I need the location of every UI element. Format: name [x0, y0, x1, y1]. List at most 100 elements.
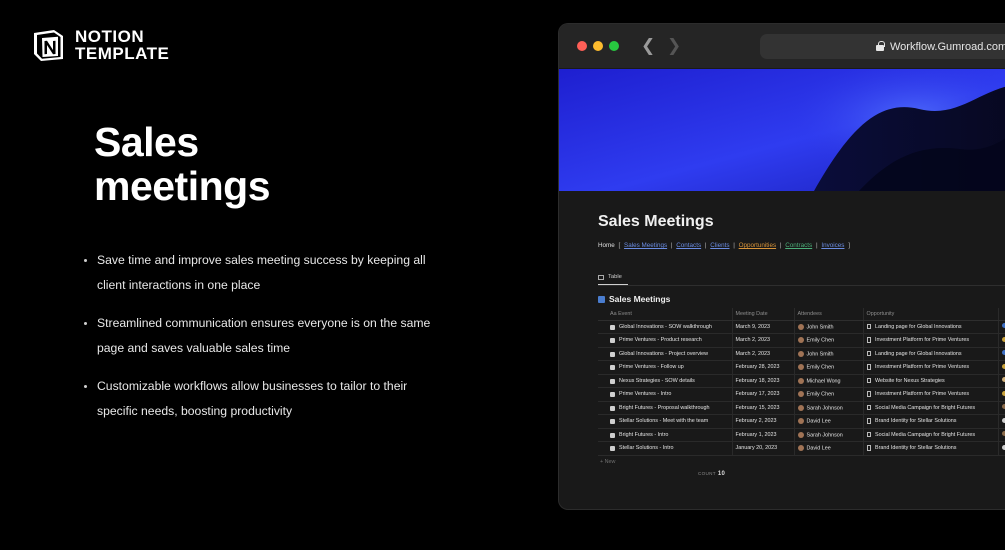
cell-attendee[interactable]: Emily Chen: [794, 387, 864, 402]
column-header-extra[interactable]: [998, 308, 1005, 321]
cell-event[interactable]: Stellar Solutions - Intro: [598, 441, 733, 456]
cell-extra[interactable]: [998, 360, 1005, 375]
count-value: 10: [717, 470, 726, 477]
cell-date[interactable]: March 2, 2023: [732, 333, 795, 348]
avatar: [797, 431, 804, 438]
minimize-window-button[interactable]: [593, 41, 603, 51]
breadcrumb-link-sales-meetings[interactable]: Sales Meetings: [624, 242, 667, 249]
breadcrumb-link-contacts[interactable]: Contacts: [676, 242, 701, 249]
cell-event[interactable]: Bright Futures - Proposal walkthrough: [598, 401, 733, 415]
cell-event[interactable]: Global Innovations - SOW walkthrough: [598, 320, 733, 334]
cell-opportunity[interactable]: Investment Platform for Prime Ventures: [863, 387, 999, 402]
table-row[interactable]: Prime Ventures - Follow up February 28, 2…: [598, 360, 1005, 375]
cell-attendee[interactable]: Sarah Johnson: [794, 428, 864, 442]
browser-window: ❮ ❯ Workflow.Gumroad.com Sales Meetings …: [558, 23, 1005, 510]
column-header-date[interactable]: Meeting Date: [732, 308, 795, 321]
table-header-row: Aa Event Meeting Date Attendees Opportun…: [598, 308, 1005, 321]
cell-attendee[interactable]: Sarah Johnson: [794, 401, 864, 415]
cell-date[interactable]: February 28, 2023: [732, 360, 795, 375]
status-icon: [1001, 431, 1005, 437]
page-icon: [866, 337, 871, 343]
page-icon: [866, 364, 871, 370]
cell-extra[interactable]: [998, 414, 1005, 429]
cell-extra[interactable]: [998, 320, 1005, 334]
cell-event[interactable]: Bright Futures - Intro: [598, 428, 733, 442]
cell-opportunity[interactable]: Investment Platform for Prime Ventures: [863, 360, 999, 375]
database-icon: [598, 295, 605, 303]
cell-event[interactable]: Prime Ventures - Follow up: [598, 360, 733, 375]
cell-extra[interactable]: [998, 347, 1005, 361]
cell-event[interactable]: Nexus Strategies - SOW details: [598, 374, 733, 388]
table-row[interactable]: Stellar Solutions - Intro January 20, 202…: [598, 441, 1005, 456]
table-row[interactable]: Bright Futures - Intro February 1, 2023 Sa…: [598, 428, 1005, 442]
view-tab-table[interactable]: Table: [598, 274, 638, 285]
status-icon: [1001, 417, 1005, 423]
table-row[interactable]: Nexus Strategies - SOW details February 1…: [598, 374, 1005, 388]
cell-event[interactable]: Prime Ventures - Product research: [598, 333, 733, 348]
column-header-opportunity[interactable]: Opportunity: [863, 308, 999, 321]
address-bar[interactable]: Workflow.Gumroad.com: [760, 34, 1005, 59]
cell-attendee[interactable]: Emily Chen: [794, 360, 864, 375]
cell-extra[interactable]: [998, 374, 1005, 388]
notion-logo-icon: [34, 30, 63, 61]
table-row[interactable]: Prime Ventures - Intro February 17, 2023 E…: [598, 387, 1005, 402]
cell-date[interactable]: February 2, 2023: [732, 414, 795, 429]
breadcrumb-link-invoices[interactable]: Invoices: [821, 242, 844, 249]
cell-date[interactable]: February 15, 2023: [732, 401, 795, 415]
avatar: [797, 350, 804, 357]
breadcrumb-link-clients[interactable]: Clients: [710, 242, 729, 249]
cell-attendee[interactable]: David Lee: [794, 441, 864, 456]
forward-arrow-icon[interactable]: ❯: [667, 36, 681, 56]
cell-opportunity[interactable]: Landing page for Global Innovations: [863, 320, 999, 334]
cell-extra[interactable]: [998, 387, 1005, 402]
cell-attendee[interactable]: John Smith: [794, 347, 864, 361]
table-row[interactable]: Stellar Solutions - Meet with the team Fe…: [598, 414, 1005, 429]
lock-icon: [876, 41, 885, 51]
table-row[interactable]: Prime Ventures - Product research March 2…: [598, 333, 1005, 348]
back-arrow-icon[interactable]: ❮: [641, 36, 655, 56]
maximize-window-button[interactable]: [609, 41, 619, 51]
page-icon: [866, 391, 871, 397]
cell-date[interactable]: February 17, 2023: [732, 387, 795, 402]
breadcrumb-link-contracts[interactable]: Contracts: [785, 242, 812, 249]
status-icon: [1001, 444, 1005, 450]
status-icon: [1001, 363, 1005, 369]
cell-attendee[interactable]: John Smith: [794, 320, 864, 334]
add-new-row-button[interactable]: + New: [598, 456, 1005, 468]
cell-attendee[interactable]: Emily Chen: [794, 333, 864, 348]
avatar: [797, 337, 804, 344]
cell-attendee[interactable]: David Lee: [794, 414, 864, 429]
avatar: [797, 445, 804, 452]
cell-extra[interactable]: [998, 333, 1005, 348]
cell-opportunity[interactable]: Investment Platform for Prime Ventures: [863, 333, 999, 348]
cell-opportunity[interactable]: Social Media Campaign for Bright Futures: [863, 428, 999, 442]
cell-extra[interactable]: [998, 441, 1005, 456]
logo-wordmark: NOTION TEMPLATE: [75, 28, 169, 62]
cell-event[interactable]: Stellar Solutions - Meet with the team: [598, 414, 733, 429]
cell-opportunity[interactable]: Website for Nexus Strategies: [863, 374, 999, 388]
cell-event[interactable]: Global Innovations - Project overview: [598, 347, 733, 361]
database-title[interactable]: Sales Meetings: [598, 294, 1005, 304]
cell-extra[interactable]: [998, 428, 1005, 442]
close-window-button[interactable]: [577, 41, 587, 51]
breadcrumb-home[interactable]: Home: [598, 242, 615, 249]
cell-date[interactable]: February 18, 2023: [732, 374, 795, 388]
cell-date[interactable]: February 1, 2023: [732, 428, 795, 442]
cell-date[interactable]: January 20, 2023: [732, 441, 795, 456]
cell-extra[interactable]: [998, 401, 1005, 415]
table-row[interactable]: Global Innovations - Project overview Mar…: [598, 347, 1005, 361]
cell-attendee[interactable]: Michael Wong: [794, 374, 864, 388]
table-row[interactable]: Global Innovations - SOW walkthrough Marc…: [598, 320, 1005, 334]
cell-opportunity[interactable]: Brand Identity for Stellar Solutions: [863, 414, 999, 429]
cell-opportunity[interactable]: Landing page for Global Innovations: [863, 347, 999, 361]
page-title: Sales Meetings: [598, 213, 714, 230]
cell-date[interactable]: March 2, 2023: [732, 347, 795, 361]
column-header-event[interactable]: Aa Event: [598, 308, 733, 321]
column-header-attendees[interactable]: Attendees: [794, 308, 864, 321]
breadcrumb-link-opportunities[interactable]: Opportunities: [739, 242, 776, 249]
cell-opportunity[interactable]: Social Media Campaign for Bright Futures: [863, 401, 999, 415]
cell-date[interactable]: March 9, 2023: [732, 320, 795, 334]
cell-event[interactable]: Prime Ventures - Intro: [598, 387, 733, 402]
table-row[interactable]: Bright Futures - Proposal walkthrough Feb…: [598, 401, 1005, 415]
cell-opportunity[interactable]: Brand Identity for Stellar Solutions: [863, 441, 999, 456]
